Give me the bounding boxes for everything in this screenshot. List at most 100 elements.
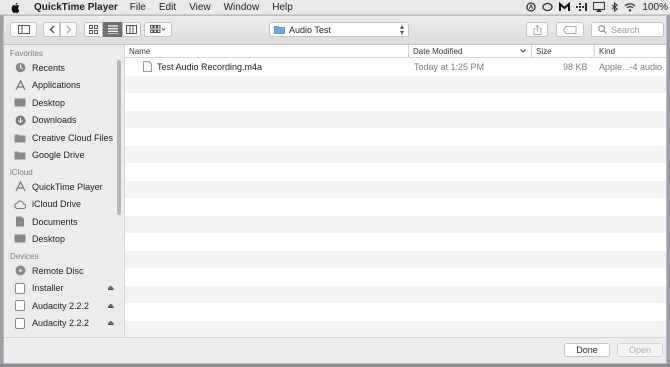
eject-icon[interactable]: ⏏ (107, 319, 114, 327)
folder-icon (274, 26, 285, 34)
sidebar-item-audacity-1[interactable]: Audacity 2.2.2 ⏏ (4, 297, 124, 315)
clock-icon (14, 62, 26, 74)
sidebar-section-favorites: Favorites (10, 49, 43, 58)
open-file-dialog: Audio Test ▴ ▾ Search Favorites Recents A… (3, 15, 667, 364)
sidebar-item-label: iCloud Drive (32, 199, 82, 210)
sidebar-section-icloud: iCloud (10, 168, 33, 177)
menu-view[interactable]: View (189, 2, 211, 13)
sidebar-item-applications[interactable]: Applications (4, 77, 124, 95)
sort-chevron-down-icon (520, 49, 526, 53)
empty-row (125, 75, 666, 93)
sidebar-item-downloads[interactable]: Downloads (4, 112, 124, 130)
drive-icon (14, 317, 26, 329)
grid-dots-icon[interactable] (576, 2, 588, 12)
column-header-size[interactable]: Size (531, 45, 594, 57)
group-icon (150, 25, 166, 33)
table-row[interactable]: Test Audio Recording.m4a Today at 1:25 P… (125, 58, 666, 76)
sidebar-item-icloud-drive[interactable]: iCloud Drive (4, 196, 124, 214)
sidebar-item-creative-cloud-files[interactable]: Creative Cloud Files (4, 129, 124, 147)
menu-bar: QuickTime Player File Edit View Window H… (0, 0, 670, 15)
airplay-icon[interactable] (593, 2, 606, 12)
drive-icon (14, 300, 26, 312)
empty-row (125, 303, 666, 321)
disc-icon (14, 265, 26, 277)
location-popup[interactable]: Audio Test ▴ ▾ (269, 22, 409, 37)
empty-row (125, 320, 666, 338)
wifi-icon[interactable] (624, 2, 636, 12)
back-forward-group (43, 22, 77, 37)
sidebar-item-recents[interactable]: Recents (4, 59, 124, 77)
empty-row (125, 93, 666, 111)
sidebar-item-audacity-2[interactable]: Audacity 2.2.2 ⏏ (4, 315, 124, 333)
search-field[interactable]: Search (591, 22, 664, 37)
sidebar-toggle-button[interactable] (10, 22, 37, 37)
sidebar-item-label: Applications (32, 80, 81, 91)
column-header-date[interactable]: Date Modified (408, 45, 531, 57)
tag-button[interactable] (556, 22, 584, 37)
menu-help[interactable]: Help (272, 2, 293, 13)
folder-icon (14, 149, 26, 161)
menu-edit[interactable]: Edit (159, 2, 176, 13)
malwarebytes-icon[interactable] (559, 2, 571, 12)
column-view-button[interactable] (122, 22, 141, 37)
share-button[interactable] (526, 22, 548, 37)
sidebar-item-desktop[interactable]: Desktop (4, 94, 124, 112)
eject-icon[interactable]: ⏏ (107, 302, 114, 310)
dialog-toolbar: Audio Test ▴ ▾ Search (4, 16, 666, 45)
icon-view-button[interactable] (84, 22, 103, 37)
done-button[interactable]: Done (564, 343, 610, 357)
empty-row (125, 180, 666, 198)
sidebar-item-label: Desktop (32, 97, 66, 108)
creative-cloud-icon[interactable] (542, 2, 554, 12)
column-header-name[interactable]: Name (125, 45, 408, 57)
file-date: Today at 1:25 PM (414, 61, 485, 72)
tag-icon (563, 25, 577, 34)
sidebar-item-label: Recents (32, 62, 66, 73)
adobe-icon[interactable] (526, 2, 537, 12)
app-name-menu[interactable]: QuickTime Player (34, 2, 118, 13)
column-header-row: Name Date Modified Size Kind (125, 45, 666, 58)
sidebar-item-google-drive[interactable]: Google Drive (4, 147, 124, 165)
sidebar-item-icloud-desktop[interactable]: Desktop (4, 231, 124, 249)
sidebar: Favorites Recents Applications Desktop D… (4, 45, 125, 339)
empty-row (125, 110, 666, 128)
applications-icon (14, 79, 26, 91)
sidebar-section-devices: Devices (10, 252, 39, 261)
open-button[interactable]: Open (617, 343, 663, 357)
eject-icon[interactable]: ⏏ (107, 284, 114, 292)
sidebar-scrollbar[interactable] (117, 60, 121, 215)
empty-row (125, 250, 666, 268)
menu-window[interactable]: Window (224, 2, 260, 13)
sidebar-item-label: Documents (32, 216, 78, 227)
column-label: Name (129, 46, 151, 56)
sidebar-item-label: Remote Disc (32, 265, 84, 276)
battery-percentage[interactable]: 100% (642, 2, 668, 13)
empty-row (125, 268, 666, 286)
applications-icon (14, 181, 26, 193)
file-kind: Apple...-4 audio (599, 61, 663, 72)
drive-icon (14, 282, 26, 294)
empty-row (125, 145, 666, 163)
chevron-right-icon (66, 25, 71, 34)
sidebar-item-remote-disc[interactable]: Remote Disc (4, 262, 124, 280)
sidebar-item-quicktime-player[interactable]: QuickTime Player (4, 178, 124, 196)
group-by-button[interactable] (144, 22, 172, 37)
sidebar-item-label: Desktop (32, 234, 66, 245)
bluetooth-icon[interactable] (611, 2, 619, 12)
list-icon (107, 25, 118, 34)
sidebar-item-documents[interactable]: Documents (4, 213, 124, 231)
download-icon (14, 114, 26, 126)
empty-row (125, 285, 666, 303)
file-rows: Test Audio Recording.m4a Today at 1:25 P… (125, 58, 666, 338)
search-icon (598, 25, 607, 34)
column-header-kind[interactable]: Kind (594, 45, 666, 57)
sidebar-item-installer[interactable]: Installer ⏏ (4, 280, 124, 298)
sidebar-item-label: Downloads (32, 115, 77, 126)
file-list: Name Date Modified Size Kind Test Audio … (125, 45, 666, 339)
menu-file[interactable]: File (130, 2, 146, 13)
back-button[interactable] (43, 22, 60, 37)
list-view-button[interactable] (103, 22, 122, 37)
sidebar-toggle-icon (17, 25, 30, 34)
forward-button[interactable] (60, 22, 77, 37)
apple-menu-icon[interactable] (11, 2, 24, 13)
